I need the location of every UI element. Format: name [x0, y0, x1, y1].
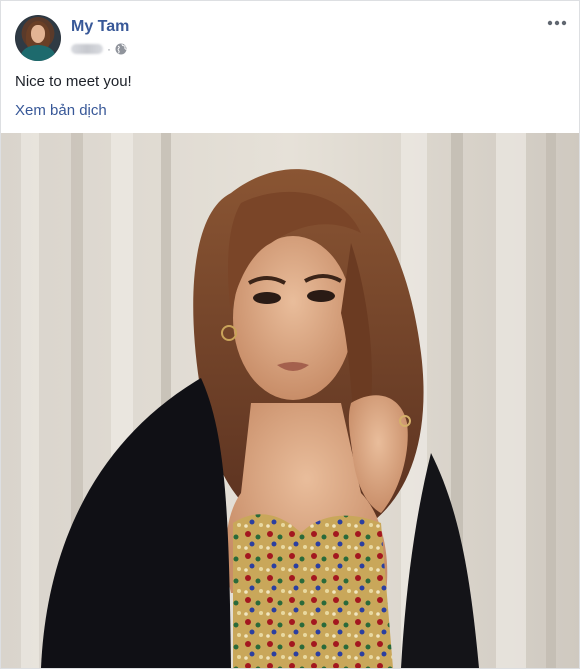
photo-illustration: [1, 133, 579, 668]
author-avatar[interactable]: [15, 15, 61, 61]
timestamp-blurred[interactable]: [71, 44, 103, 54]
more-options-icon[interactable]: [545, 13, 569, 33]
post-text: Nice to meet you!: [15, 73, 132, 90]
post-photo[interactable]: [1, 133, 579, 668]
meta-separator: ·: [107, 42, 111, 56]
post-meta: ·: [71, 41, 127, 57]
see-translation-link[interactable]: Xem bản dịch: [15, 102, 107, 119]
post-card: My Tam · Nice to meet you! Xem bản dịch: [0, 0, 580, 669]
author-name[interactable]: My Tam: [71, 18, 129, 36]
post-header: My Tam ·: [1, 1, 579, 61]
globe-icon[interactable]: [115, 43, 127, 55]
